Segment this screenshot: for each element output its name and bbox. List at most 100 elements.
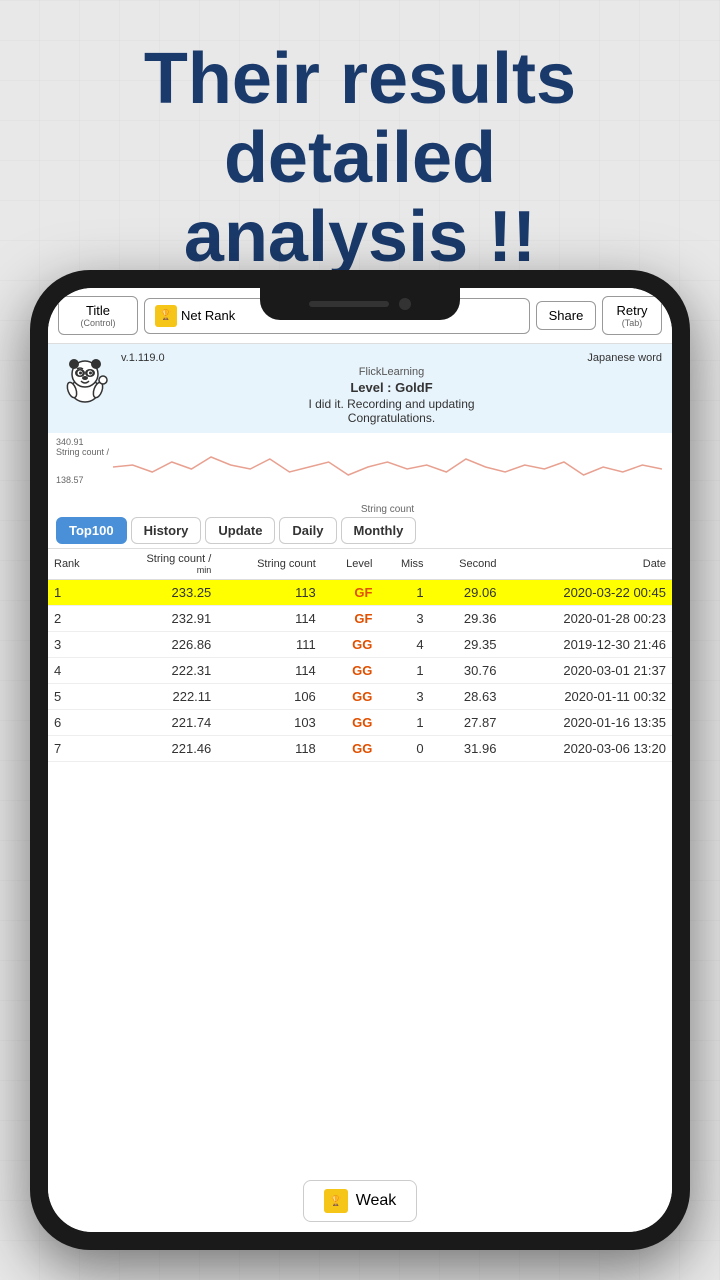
chart-y-min: 138.57 (56, 475, 109, 485)
table-row: 7 221.46 118 GG 0 31.96 2020-03-06 13:20 (48, 736, 672, 762)
tab-monthly[interactable]: Monthly (341, 517, 417, 544)
td-date: 2020-01-28 00:23 (502, 606, 672, 632)
td-rank: 2 (48, 606, 104, 632)
tab-history[interactable]: History (131, 517, 202, 544)
td-miss: 4 (378, 632, 429, 658)
net-rank-icon: 🏆 (155, 305, 177, 327)
td-date: 2020-01-16 13:35 (502, 710, 672, 736)
td-string-count: 118 (217, 736, 322, 762)
category-text: Japanese word (587, 352, 662, 364)
th-string-per-min: String count /min (104, 549, 218, 580)
td-date: 2020-01-11 00:32 (502, 684, 672, 710)
td-second: 29.35 (430, 632, 503, 658)
congrats-text: Congratulations. (121, 411, 662, 425)
td-string-per-min: 222.11 (104, 684, 218, 710)
table-container: Rank String count /min String count Leve… (48, 549, 672, 1170)
td-second: 30.76 (430, 658, 503, 684)
td-string-per-min: 221.46 (104, 736, 218, 762)
app-name: FlickLearning (121, 366, 662, 378)
phone-frame: Title (Control) 🏆 Net Rank Share Retry (… (30, 270, 690, 1250)
share-button[interactable]: Share (536, 301, 596, 330)
td-level: GF (322, 580, 379, 606)
td-level: GG (322, 658, 379, 684)
td-rank: 6 (48, 710, 104, 736)
td-miss: 1 (378, 710, 429, 736)
table-row: 5 222.11 106 GG 3 28.63 2020-01-11 00:32 (48, 684, 672, 710)
td-rank: 5 (48, 684, 104, 710)
td-miss: 3 (378, 606, 429, 632)
panda-avatar (58, 352, 113, 407)
version-text: v.1.119.0 (121, 352, 165, 364)
title-button[interactable]: Title (Control) (58, 296, 138, 335)
td-rank: 7 (48, 736, 104, 762)
td-second: 29.06 (430, 580, 503, 606)
td-second: 29.36 (430, 606, 503, 632)
td-string-per-min: 226.86 (104, 632, 218, 658)
level-text: Level : GoldF (121, 380, 662, 395)
chart-y-max: 340.91 (56, 437, 109, 447)
retry-button[interactable]: Retry (Tab) (602, 296, 662, 335)
headline-text: Their results detailed analysis !! (40, 20, 680, 288)
td-string-count: 111 (217, 632, 322, 658)
weak-button[interactable]: 🏆 Weak (303, 1180, 418, 1222)
table-row: 1 233.25 113 GF 1 29.06 2020-03-22 00:45 (48, 580, 672, 606)
table-header-row: Rank String count /min String count Leve… (48, 549, 672, 580)
tab-top100[interactable]: Top100 (56, 517, 127, 544)
chart-y-label: String count / (56, 447, 109, 457)
td-miss: 3 (378, 684, 429, 710)
table-body: 1 233.25 113 GF 1 29.06 2020-03-22 00:45… (48, 580, 672, 762)
td-string-per-min: 232.91 (104, 606, 218, 632)
info-area: v.1.119.0 Japanese word FlickLearning Le… (48, 344, 672, 433)
th-date: Date (502, 549, 672, 580)
td-string-count: 106 (217, 684, 322, 710)
th-rank: Rank (48, 549, 104, 580)
td-miss: 0 (378, 736, 429, 762)
td-string-per-min: 222.31 (104, 658, 218, 684)
td-date: 2020-03-06 13:20 (502, 736, 672, 762)
phone-notch (260, 288, 460, 320)
table-row: 2 232.91 114 GF 3 29.36 2020-01-28 00:23 (48, 606, 672, 632)
weak-label: Weak (356, 1192, 397, 1210)
td-rank: 4 (48, 658, 104, 684)
table-row: 4 222.31 114 GG 1 30.76 2020-03-01 21:37 (48, 658, 672, 684)
td-rank: 1 (48, 580, 104, 606)
th-second: Second (430, 549, 503, 580)
td-string-count: 114 (217, 658, 322, 684)
td-second: 31.96 (430, 736, 503, 762)
chart-y-labels: 340.91 String count / 138.57 (56, 437, 109, 485)
table-row: 3 226.86 111 GG 4 29.35 2019-12-30 21:46 (48, 632, 672, 658)
tab-daily[interactable]: Daily (279, 517, 336, 544)
td-string-count: 113 (217, 580, 322, 606)
weak-icon: 🏆 (324, 1189, 348, 1213)
th-miss: Miss (378, 549, 429, 580)
td-date: 2020-03-01 21:37 (502, 658, 672, 684)
td-second: 28.63 (430, 684, 503, 710)
td-miss: 1 (378, 580, 429, 606)
td-string-per-min: 221.74 (104, 710, 218, 736)
td-date: 2020-03-22 00:45 (502, 580, 672, 606)
results-table: Rank String count /min String count Leve… (48, 549, 672, 762)
chart-svg (113, 437, 662, 497)
td-level: GF (322, 606, 379, 632)
message-text: I did it. Recording and updating (121, 397, 662, 411)
speaker (309, 301, 389, 307)
tab-update[interactable]: Update (205, 517, 275, 544)
td-level: GG (322, 710, 379, 736)
table-row: 6 221.74 103 GG 1 27.87 2020-01-16 13:35 (48, 710, 672, 736)
td-second: 27.87 (430, 710, 503, 736)
td-level: GG (322, 632, 379, 658)
camera (399, 298, 411, 310)
th-level: Level (322, 549, 379, 580)
phone-container: Title (Control) 🏆 Net Rank Share Retry (… (30, 270, 690, 1260)
headline: Their results detailed analysis !! (0, 0, 720, 298)
td-miss: 1 (378, 658, 429, 684)
td-level: GG (322, 736, 379, 762)
chart-area: 340.91 String count / 138.57 String coun… (48, 433, 672, 513)
chart-x-label: String count (113, 504, 662, 515)
phone-screen: Title (Control) 🏆 Net Rank Share Retry (… (48, 288, 672, 1232)
td-level: GG (322, 684, 379, 710)
info-text-block: v.1.119.0 Japanese word FlickLearning Le… (121, 352, 662, 425)
td-rank: 3 (48, 632, 104, 658)
tabs: Top100 History Update Daily Monthly (48, 513, 672, 549)
td-date: 2019-12-30 21:46 (502, 632, 672, 658)
